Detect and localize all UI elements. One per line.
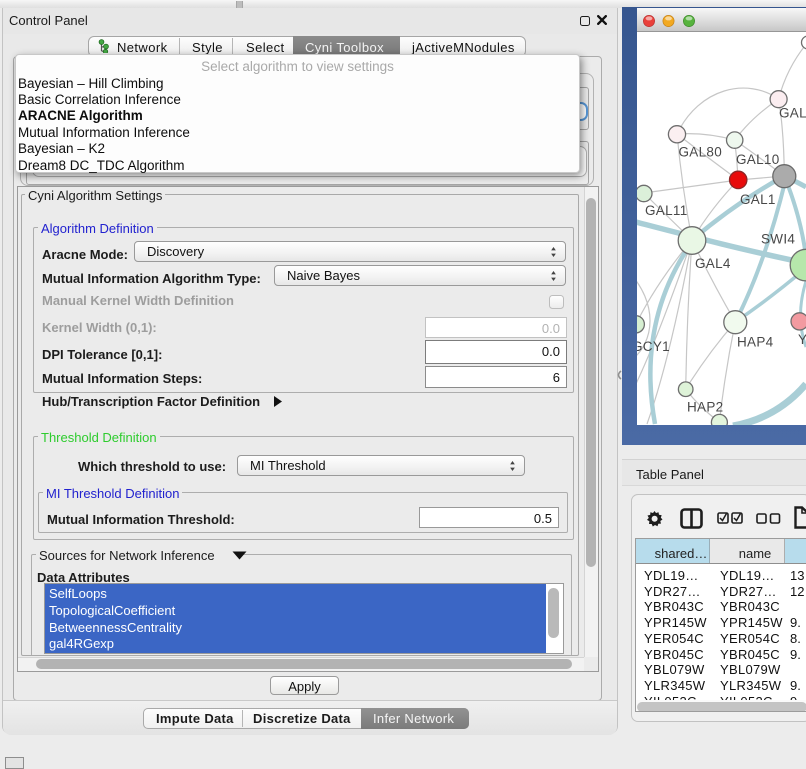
svg-text:GAL80: GAL80 bbox=[679, 144, 723, 159]
svg-text:GAL2: GAL2 bbox=[779, 105, 806, 120]
svg-text:GAL11: GAL11 bbox=[645, 203, 688, 218]
svg-text:HAP2: HAP2 bbox=[687, 399, 723, 414]
svg-text:GAL1: GAL1 bbox=[740, 192, 776, 207]
svg-text:GAL4: GAL4 bbox=[695, 256, 731, 271]
svg-text:GCY1: GCY1 bbox=[637, 339, 670, 354]
svg-text:SWI4: SWI4 bbox=[761, 231, 795, 246]
svg-text:Y: Y bbox=[798, 332, 806, 347]
svg-text:HAP4: HAP4 bbox=[737, 334, 774, 349]
svg-text:GAL10: GAL10 bbox=[736, 152, 780, 167]
